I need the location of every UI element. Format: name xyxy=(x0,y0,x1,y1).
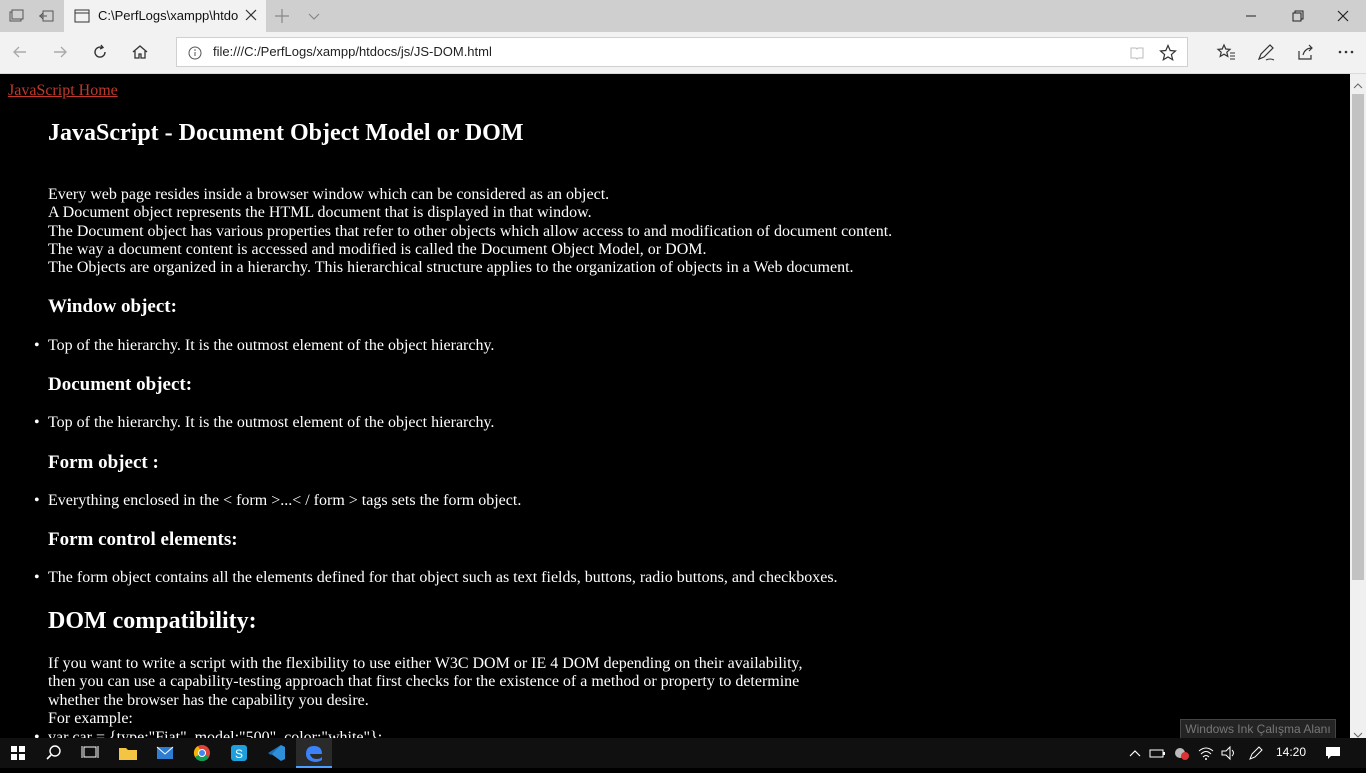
section-heading: Form object : xyxy=(48,452,159,473)
windows-ink-tooltip: Windows Ink Çalışma Alanı xyxy=(1180,719,1336,739)
list-item: Everything enclosed in the < form >...< … xyxy=(34,492,521,510)
minimize-button[interactable] xyxy=(1236,8,1266,24)
forward-button[interactable] xyxy=(50,42,70,62)
close-window-button[interactable] xyxy=(1328,8,1358,24)
file-explorer-icon[interactable] xyxy=(110,738,146,768)
mail-icon[interactable] xyxy=(147,738,183,768)
refresh-button[interactable] xyxy=(90,42,110,62)
taskbar-clock[interactable]: 14:20 xyxy=(1276,745,1306,759)
tab-list-icon[interactable] xyxy=(8,8,24,24)
intro-line: The way a document content is accessed a… xyxy=(48,241,707,258)
list-item: The form object contains all the element… xyxy=(34,569,838,587)
intro-line: Every web page resides inside a browser … xyxy=(48,186,610,203)
info-icon[interactable] xyxy=(187,45,203,61)
vscode-icon[interactable] xyxy=(258,738,294,768)
compat-line: For example: xyxy=(48,710,133,727)
compat-line: If you want to write a script with the f… xyxy=(48,655,803,672)
security-warning-icon[interactable] xyxy=(1172,745,1190,761)
volume-icon[interactable] xyxy=(1220,745,1238,761)
tab-title: C:\PerfLogs\xampp\htdocs\js\JS-DOM.html xyxy=(98,8,238,23)
favorites-hub-icon[interactable] xyxy=(1216,42,1236,62)
intro-line: A Document object represents the HTML do… xyxy=(48,204,592,221)
navigation-bar: file:///C:/PerfLogs/xampp/htdocs/js/JS-D… xyxy=(0,32,1366,74)
compat-line: then you can use a capability-testing ap… xyxy=(48,673,800,690)
close-tab-icon[interactable] xyxy=(244,8,258,22)
share-icon[interactable] xyxy=(1296,42,1316,62)
page-icon xyxy=(74,8,90,24)
skype-icon[interactable]: S xyxy=(221,738,257,768)
chrome-icon[interactable] xyxy=(184,738,220,768)
favorite-star-icon[interactable] xyxy=(1159,44,1177,62)
battery-icon[interactable] xyxy=(1148,745,1166,761)
reading-view-icon[interactable] xyxy=(1129,45,1145,61)
taskbar: S 14:20 xyxy=(0,738,1366,768)
svg-text:S: S xyxy=(235,747,243,761)
address-bar[interactable]: file:///C:/PerfLogs/xampp/htdocs/js/JS-D… xyxy=(176,37,1188,67)
code-example: var car = {type:"Fiat", model:"500", col… xyxy=(34,729,382,738)
set-aside-tabs-icon[interactable] xyxy=(38,8,54,24)
search-icon[interactable] xyxy=(36,738,72,768)
address-text: file:///C:/PerfLogs/xampp/htdocs/js/JS-D… xyxy=(213,44,492,59)
section-heading: Window object: xyxy=(48,296,177,317)
more-menu-icon[interactable] xyxy=(1336,42,1356,62)
intro-line: The Document object has various properti… xyxy=(48,223,893,240)
intro-line: The Objects are organized in a hierarchy… xyxy=(48,259,854,276)
section-heading: Form control elements: xyxy=(48,529,238,550)
tab-strip: C:\PerfLogs\xampp\htdocs\js\JS-DOM.html xyxy=(0,0,1366,32)
scroll-thumb[interactable] xyxy=(1352,94,1364,580)
home-button[interactable] xyxy=(130,42,150,62)
page-title: JavaScript - Document Object Model or DO… xyxy=(48,120,524,146)
back-button[interactable] xyxy=(10,42,30,62)
javascript-home-link[interactable]: JavaScript Home xyxy=(8,82,118,100)
action-center-icon[interactable] xyxy=(1324,745,1342,761)
task-view-icon[interactable] xyxy=(72,738,108,768)
compat-line: whether the browser has the capability y… xyxy=(48,692,369,709)
tab-preview-chevron-icon[interactable] xyxy=(306,8,322,24)
restore-button[interactable] xyxy=(1282,8,1312,24)
list-item: Top of the hierarchy. It is the outmost … xyxy=(34,414,494,432)
section-heading: Document object: xyxy=(48,374,193,395)
start-button[interactable] xyxy=(0,738,36,768)
vertical-scrollbar[interactable] xyxy=(1350,74,1366,738)
new-tab-icon[interactable] xyxy=(274,8,290,24)
list-item: Top of the hierarchy. It is the outmost … xyxy=(34,337,494,355)
page-viewport: JavaScript Home JavaScript - Document Ob… xyxy=(0,74,1350,738)
scroll-up-arrow-icon[interactable] xyxy=(1353,77,1363,95)
show-hidden-icons-chevron-icon[interactable] xyxy=(1126,745,1144,761)
tab-js-dom[interactable]: C:\PerfLogs\xampp\htdocs\js\JS-DOM.html xyxy=(64,0,266,32)
edge-icon[interactable] xyxy=(296,738,332,768)
dom-compat-heading: DOM compatibility: xyxy=(48,608,257,634)
wifi-icon[interactable] xyxy=(1197,745,1215,761)
windows-ink-pen-icon[interactable] xyxy=(1248,745,1266,761)
web-note-pen-icon[interactable] xyxy=(1256,42,1276,62)
